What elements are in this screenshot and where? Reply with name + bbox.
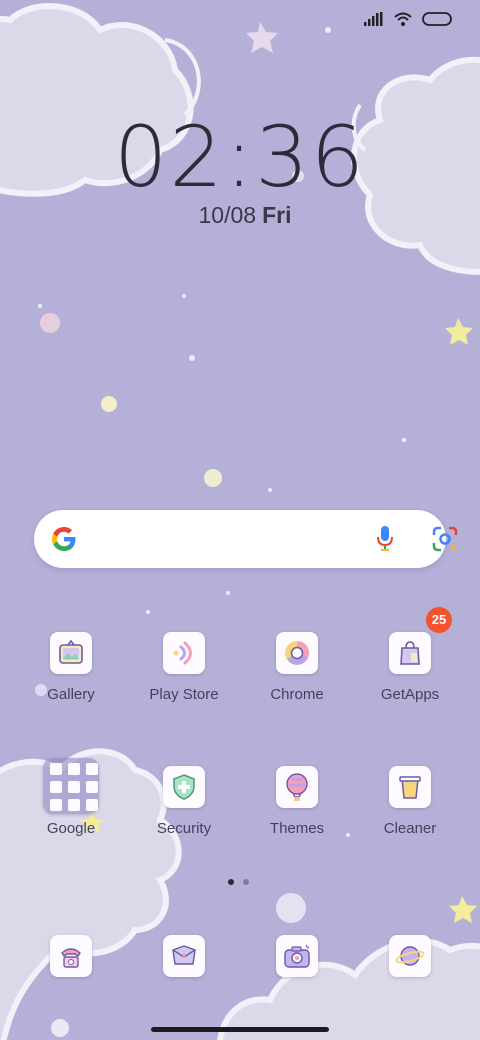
messages-icon [163, 935, 205, 977]
app-chrome[interactable]: Chrome [240, 632, 354, 703]
dock-phone[interactable] [14, 935, 128, 977]
home-indicator[interactable] [151, 1027, 329, 1032]
app-label: Themes [269, 820, 325, 837]
play-store-icon [163, 632, 205, 674]
app-label: Play Store [149, 686, 219, 703]
app-google-folder[interactable]: Google [14, 766, 128, 837]
page-indicator[interactable] [228, 879, 249, 885]
app-security[interactable]: Security [127, 766, 241, 837]
app-getapps[interactable]: GetApps [353, 632, 467, 703]
app-cleaner[interactable]: Cleaner [353, 766, 467, 837]
cleaner-icon [389, 766, 431, 808]
app-label: Security [156, 820, 212, 837]
dock-camera[interactable] [240, 935, 354, 977]
notification-badge: 25 [426, 607, 452, 633]
app-gallery[interactable]: Gallery [14, 632, 128, 703]
gallery-icon [50, 632, 92, 674]
page-dot-active [228, 879, 234, 885]
getapps-icon [389, 632, 431, 674]
app-label: GetApps [380, 686, 440, 703]
app-play-store[interactable]: Play Store [127, 632, 241, 703]
themes-icon [276, 766, 318, 808]
google-g-icon [52, 527, 76, 551]
app-label: Gallery [47, 686, 95, 703]
wifi-icon [394, 12, 412, 26]
google-search-bar[interactable] [34, 510, 458, 568]
dock-browser[interactable] [353, 935, 467, 977]
page-dot [243, 879, 249, 885]
security-icon [163, 766, 205, 808]
chrome-icon [276, 632, 318, 674]
phone-icon [50, 935, 92, 977]
lens-icon[interactable] [432, 526, 458, 552]
date-day: 10/08 [198, 202, 257, 228]
signal-icon [364, 12, 383, 26]
dock-messages[interactable] [127, 935, 241, 977]
date-display[interactable]: 10/08 Fri [0, 202, 480, 229]
mic-icon[interactable] [376, 525, 394, 553]
app-label: Chrome [270, 686, 324, 703]
clock-time[interactable]: 02:36 [0, 108, 480, 206]
app-label: Google [46, 820, 96, 837]
app-label: Cleaner [383, 820, 437, 837]
battery-icon [422, 12, 452, 26]
status-bar [364, 12, 452, 26]
date-weekday: Fri [262, 202, 292, 228]
app-themes[interactable]: Themes [240, 766, 354, 837]
browser-icon [389, 935, 431, 977]
camera-icon [276, 935, 318, 977]
